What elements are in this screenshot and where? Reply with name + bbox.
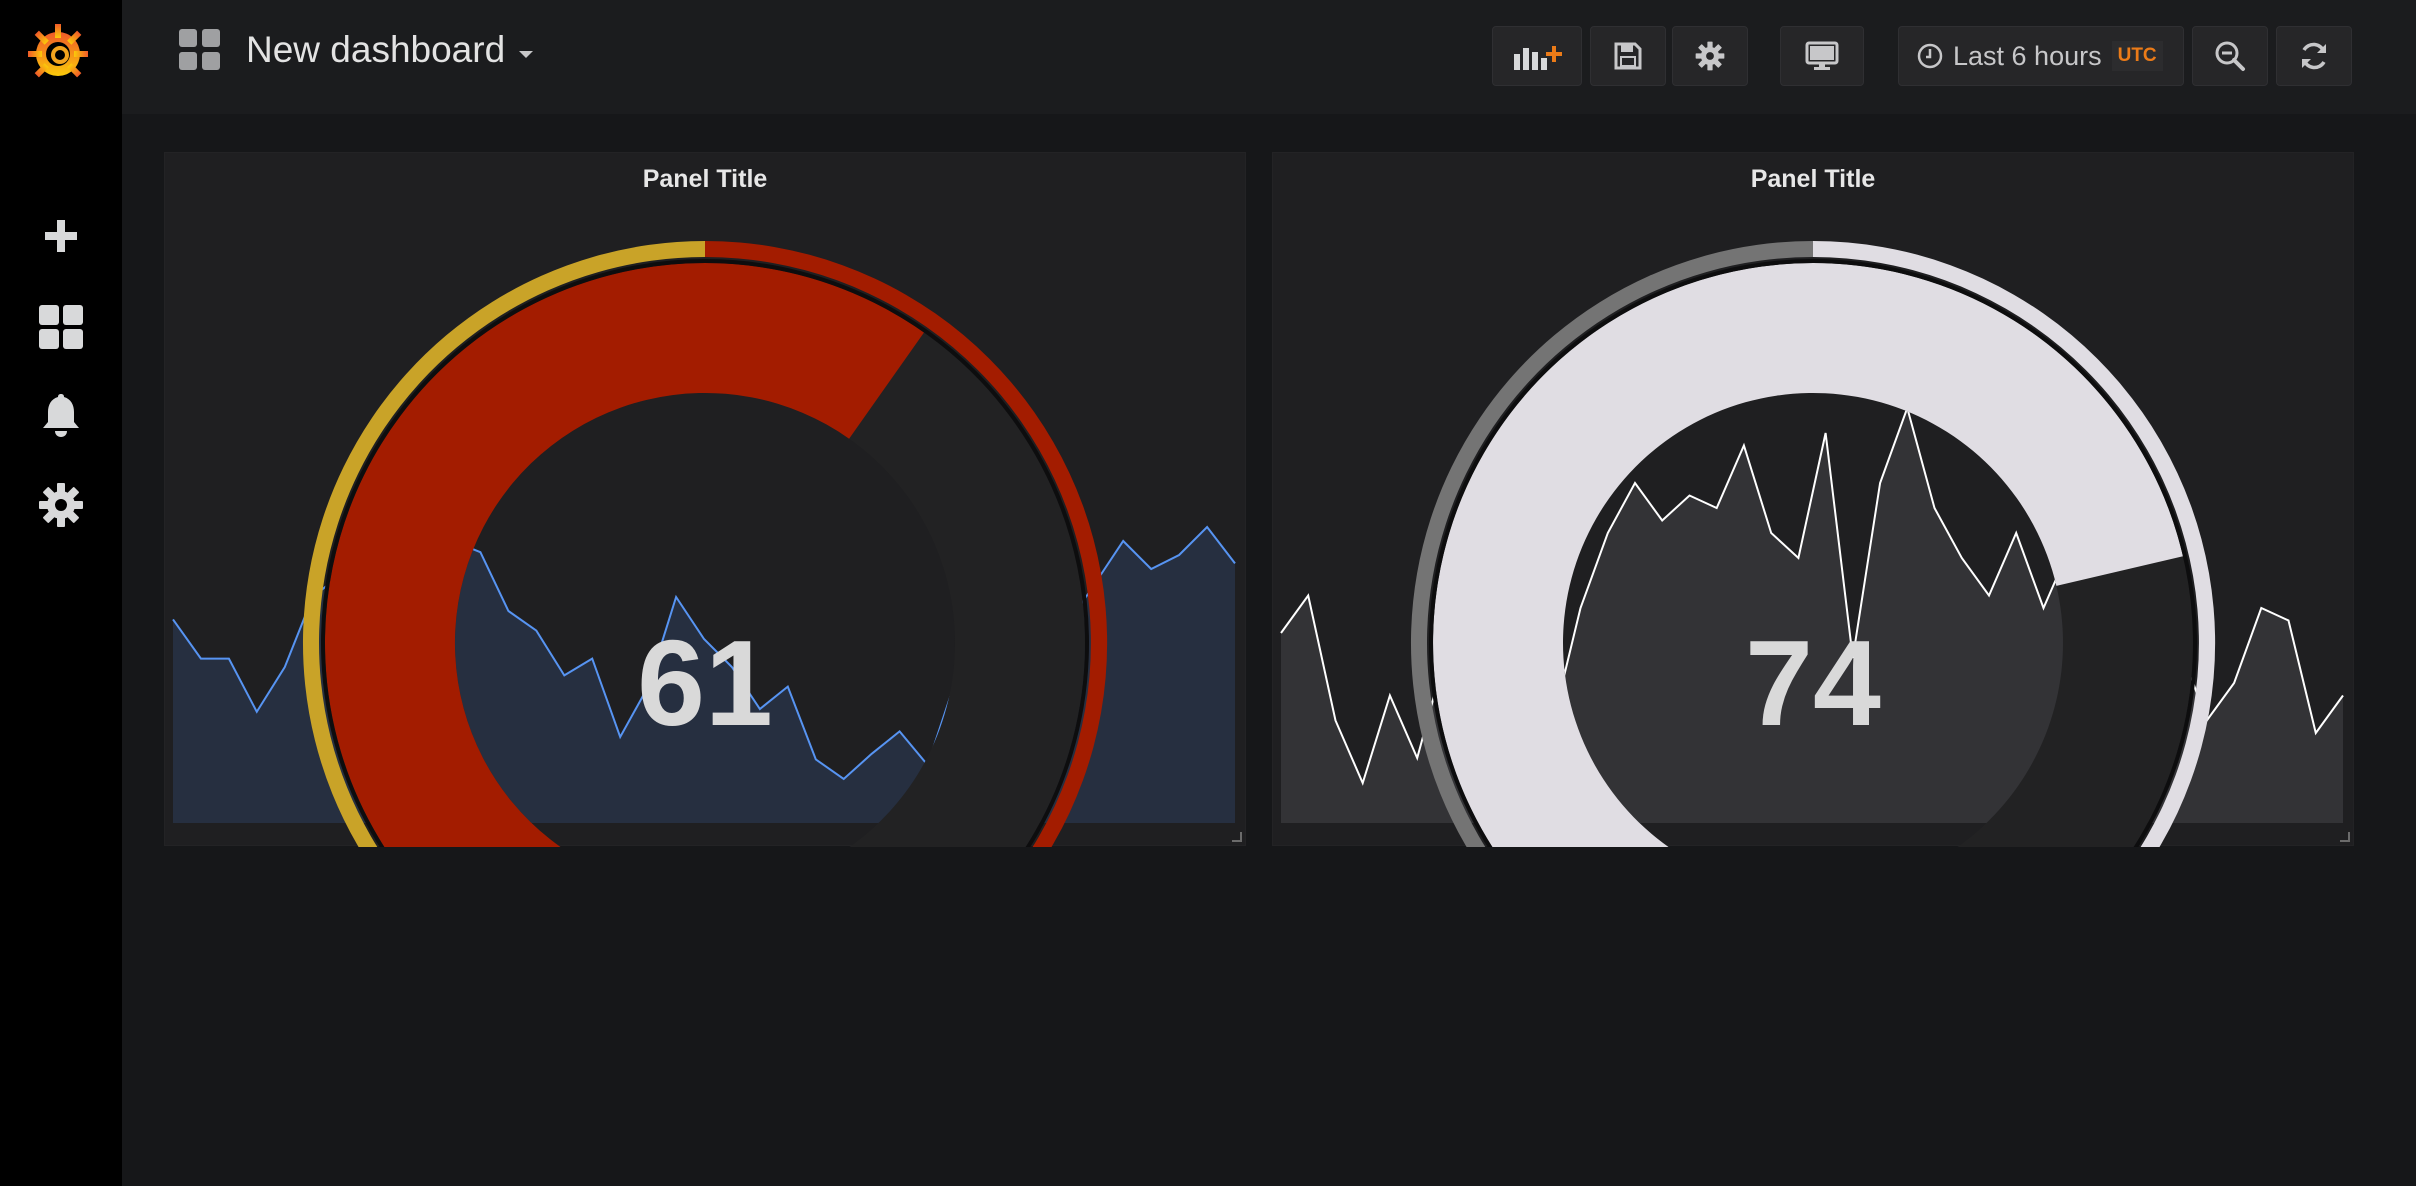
- gauge-panel-2[interactable]: 74 Panel Title: [1272, 152, 2354, 847]
- refresh-button[interactable]: [2276, 26, 2352, 86]
- gear-icon: [1695, 41, 1725, 71]
- time-range-label: Last 6 hours: [1953, 40, 2102, 71]
- save-icon: [1614, 42, 1642, 70]
- add-panel-button[interactable]: [1492, 26, 1582, 86]
- clock-icon: [1917, 43, 1943, 69]
- dashboard-picker[interactable]: New dashboard: [178, 28, 534, 72]
- bell-icon[interactable]: [36, 390, 86, 440]
- panel-2-resize-handle[interactable]: [2340, 832, 2350, 842]
- panel-1-resize-handle[interactable]: [1232, 832, 1242, 842]
- dashboards-grid-icon[interactable]: [36, 302, 86, 352]
- panel-1-title[interactable]: Panel Title: [165, 165, 1245, 194]
- panel-1-visualization: 61: [172, 241, 1236, 847]
- panel-2-title[interactable]: Panel Title: [1273, 165, 2353, 194]
- sidebar: [0, 0, 122, 1186]
- zoom-out-icon: [2215, 41, 2245, 71]
- dashboard-navbar: New dashboard Last 6 hours UTC: [122, 0, 2416, 114]
- dashboard-settings-button[interactable]: [1672, 26, 1748, 86]
- timezone-badge: UTC: [2111, 41, 2163, 71]
- caret-down-icon: [519, 51, 534, 58]
- gear-icon[interactable]: [36, 480, 86, 530]
- panel-2-gauge-value: 74: [1745, 615, 1881, 751]
- panel-2-visualization: 74: [1280, 241, 2344, 847]
- gauge-panel-1[interactable]: 61 Panel Title: [164, 152, 1246, 847]
- add-panel-icon: [1514, 46, 1562, 70]
- panel-1-gauge-value: 61: [637, 615, 773, 751]
- time-range-picker[interactable]: Last 6 hours UTC: [1898, 26, 2184, 86]
- main-area: New dashboard Last 6 hours UTC 61 Panel …: [122, 0, 2416, 1186]
- monitor-icon: [1805, 41, 1839, 70]
- dashboard-title[interactable]: New dashboard: [246, 29, 505, 71]
- refresh-icon: [2302, 42, 2326, 70]
- dashboard-grid-icon: [179, 29, 220, 70]
- zoom-out-button[interactable]: [2192, 26, 2268, 86]
- plus-icon[interactable]: [36, 211, 86, 261]
- save-dashboard-button[interactable]: [1590, 26, 1666, 86]
- grafana-logo-icon[interactable]: [25, 20, 91, 86]
- tv-mode-button[interactable]: [1780, 26, 1864, 86]
